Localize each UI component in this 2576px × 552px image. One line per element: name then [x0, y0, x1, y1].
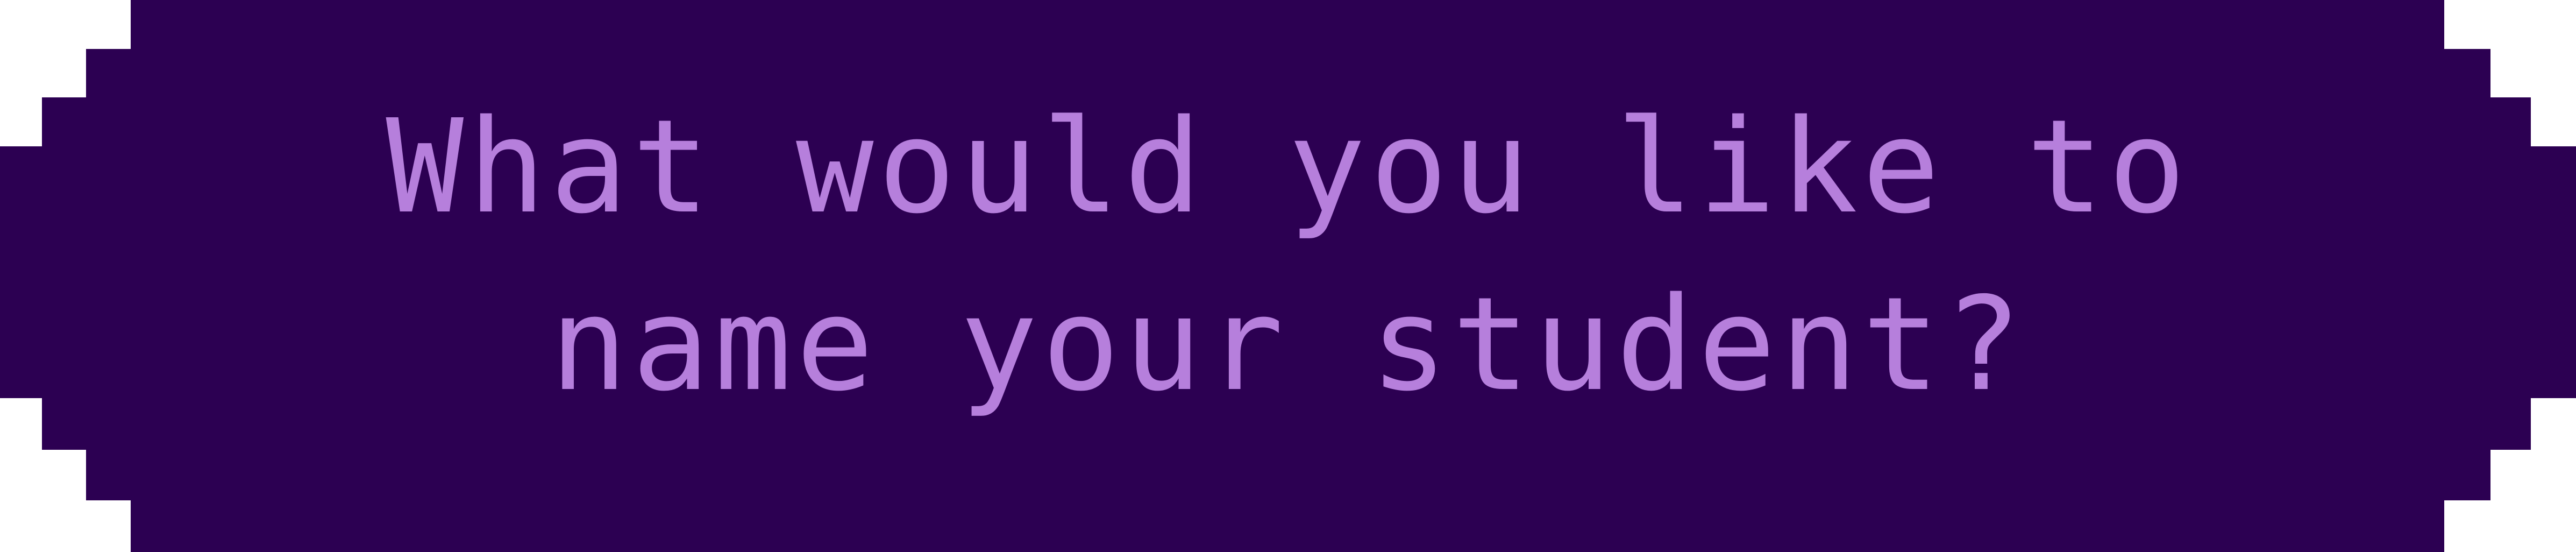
dialog-prompt: What would you like to name your student… — [183, 86, 2393, 425]
dialog-line-2: name your student? — [550, 269, 2026, 420]
dialog-line-1: What would you like to — [386, 91, 2190, 242]
game-screen: What would you like to name your student… — [0, 0, 2576, 552]
